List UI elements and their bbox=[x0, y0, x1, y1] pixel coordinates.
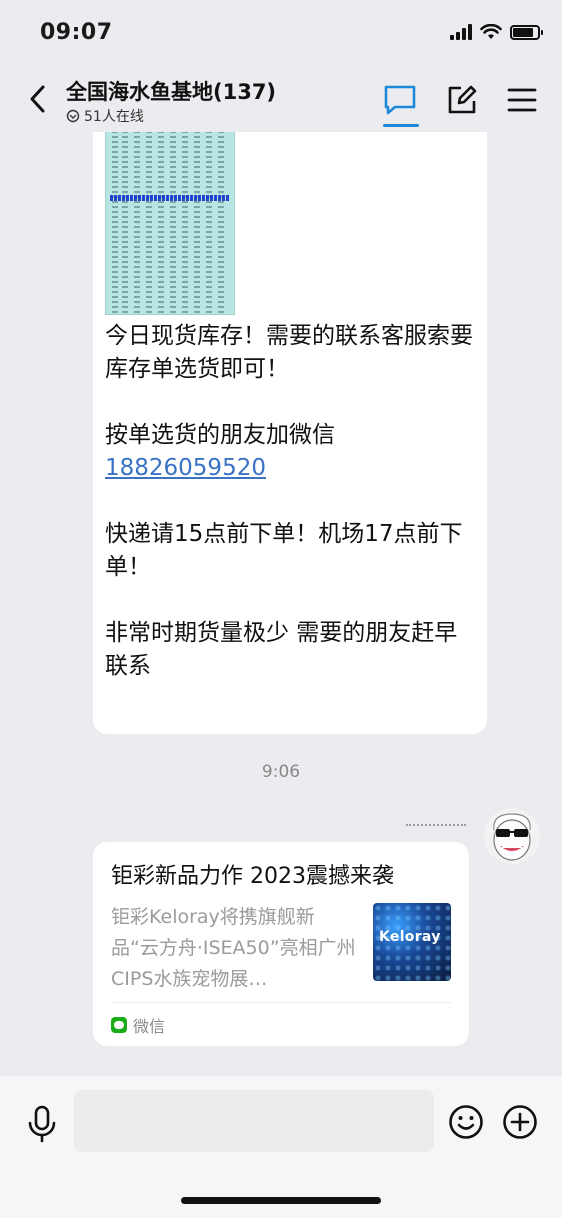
chat-tab-button[interactable] bbox=[382, 82, 418, 118]
message-paragraph: 非常时期货量极少 需要的朋友赶早联系 bbox=[105, 620, 458, 679]
message-text: 今日现货库存！需要的联系客服索要库存单选货即可！ 按单选货的朋友加微信 1882… bbox=[105, 320, 477, 683]
plus-circle-icon bbox=[503, 1105, 537, 1139]
group-title[interactable]: 全国海水鱼基地(137) bbox=[66, 76, 276, 106]
status-time: 09:07 bbox=[40, 20, 113, 45]
chat-screen: 09:07 全国海水鱼基地(137) 51人在线 今日现货库存！需要的联系客服索… bbox=[0, 0, 562, 1218]
avatar-cartoon-icon bbox=[484, 808, 540, 864]
active-tab-indicator bbox=[383, 124, 419, 127]
chat-header: 全国海水鱼基地(137) 51人在线 bbox=[0, 66, 562, 132]
menu-button[interactable] bbox=[504, 82, 540, 118]
status-icons bbox=[450, 24, 543, 40]
online-indicator-icon bbox=[66, 109, 80, 123]
hamburger-menu-icon bbox=[507, 88, 537, 112]
link-card-description: 钜彩Keloray将携旗舰新品“云方舟·ISEA50”亮相广州CIPS水族宠物展… bbox=[111, 906, 356, 990]
input-bar bbox=[0, 1076, 562, 1218]
home-indicator[interactable] bbox=[181, 1197, 381, 1204]
message-paragraph-wechat: 按单选货的朋友加微信 18826059520 bbox=[105, 419, 477, 485]
wechat-icon bbox=[111, 1017, 127, 1033]
link-card-title: 钜彩新品力作 2023震撼来袭 bbox=[111, 864, 394, 889]
chat-bubble-icon bbox=[384, 85, 416, 115]
message-timestamp: 9:06 bbox=[261, 762, 301, 782]
back-button[interactable] bbox=[22, 82, 52, 116]
online-count: 51人在线 bbox=[84, 109, 144, 125]
online-status[interactable]: 51人在线 bbox=[66, 106, 144, 126]
battery-fill bbox=[513, 27, 534, 37]
sender-name-placeholder bbox=[406, 816, 466, 826]
message-bubble[interactable]: 今日现货库存！需要的联系客服索要库存单选货即可！ 按单选货的朋友加微信 1882… bbox=[93, 132, 487, 734]
edit-button[interactable] bbox=[444, 82, 480, 118]
link-card-source-label: 微信 bbox=[133, 1017, 166, 1036]
divider bbox=[111, 1002, 451, 1003]
link-card[interactable]: 钜彩新品力作 2023震撼来袭 钜彩Keloray将携旗舰新品“云方舟·ISEA… bbox=[93, 842, 469, 1046]
message-paragraph: 快递请15点前下单！机场17点前下单！ bbox=[105, 521, 463, 580]
emoji-button[interactable] bbox=[448, 1104, 484, 1140]
chevron-left-icon bbox=[30, 85, 45, 113]
cellular-signal-icon bbox=[450, 24, 472, 40]
smiley-icon bbox=[449, 1105, 483, 1139]
message-input[interactable] bbox=[74, 1090, 434, 1152]
phone-number-link[interactable]: 18826059520 bbox=[105, 455, 266, 481]
link-card-source: 微信 bbox=[111, 1013, 165, 1037]
message-line: 按单选货的朋友加微信 bbox=[105, 422, 335, 448]
message-list[interactable]: 今日现货库存！需要的联系客服索要库存单选货即可！ 按单选货的朋友加微信 1882… bbox=[0, 132, 562, 1076]
edit-icon bbox=[448, 85, 477, 114]
voice-button[interactable] bbox=[24, 1104, 60, 1144]
wifi-icon bbox=[480, 24, 502, 39]
stock-list-image[interactable] bbox=[105, 132, 235, 315]
microphone-icon bbox=[28, 1105, 56, 1143]
link-card-thumbnail: Keloray bbox=[373, 903, 451, 981]
more-button[interactable] bbox=[502, 1104, 538, 1140]
thumbnail-logo-text: Keloray bbox=[379, 929, 441, 945]
avatar[interactable] bbox=[484, 808, 540, 864]
status-bar: 09:07 bbox=[0, 0, 562, 66]
battery-icon bbox=[510, 24, 543, 40]
message-paragraph: 今日现货库存！需要的联系客服索要库存单选货即可！ bbox=[105, 323, 473, 382]
